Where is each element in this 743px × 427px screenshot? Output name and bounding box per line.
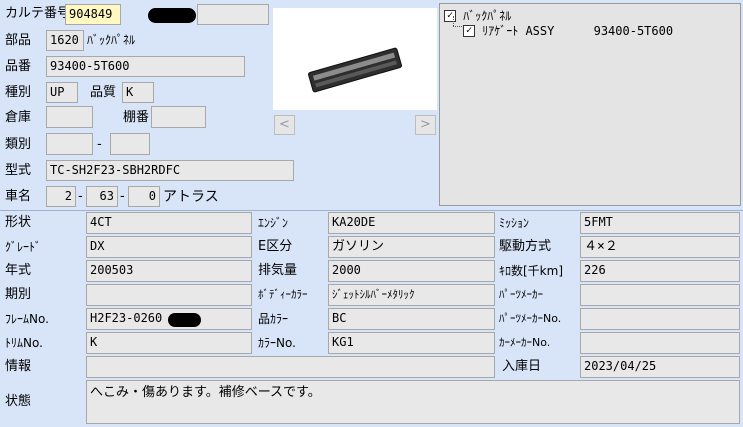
karte-label: カルテ番号	[5, 6, 71, 21]
parts-tree[interactable]: ✓ ﾊﾞｯｸﾊﾟﾈﾙ ✓ ﾘｱｹﾞｰﾄ ASSY 93400-5T600	[439, 3, 741, 206]
warehouse-label: 倉庫	[5, 110, 32, 125]
info-field[interactable]	[86, 356, 495, 378]
part-image	[273, 8, 437, 110]
car-label: 車名	[5, 189, 32, 204]
part-code-field[interactable]: 1620	[46, 30, 84, 51]
part-number-field[interactable]: 93400-5T600	[46, 56, 245, 77]
car-code-3[interactable]: 0	[128, 186, 160, 207]
body-color-label: ﾎﾞﾃﾞｨｰｶﾗｰ	[258, 288, 308, 301]
shape-field[interactable]: 4CT	[86, 212, 252, 234]
mileage-field[interactable]: 226	[580, 260, 740, 282]
shelf-field[interactable]	[151, 106, 206, 128]
parts-maker-no-label: ﾊﾟｰﾂﾒｰｶｰNo.	[499, 312, 562, 325]
part-number-label: 品番	[5, 59, 32, 74]
car-code-2[interactable]: 63	[86, 186, 118, 207]
year-label: 年式	[5, 263, 32, 278]
e-division-label: E区分	[258, 239, 293, 254]
drive-label: 駆動方式	[499, 239, 552, 254]
color-no-field[interactable]: KG1	[328, 332, 495, 354]
car-name: アトラス	[163, 189, 219, 205]
trim-label: ﾄﾘﾑNo.	[5, 336, 43, 350]
tree-root-label: ﾊﾞｯｸﾊﾟﾈﾙ	[463, 9, 512, 23]
category-field-1[interactable]	[46, 133, 93, 155]
period-label: 期別	[5, 287, 32, 302]
displacement-field[interactable]: 2000	[328, 260, 495, 282]
mileage-label: ｷﾛ数[千km]	[499, 264, 564, 278]
parts-maker-no-field[interactable]	[580, 308, 740, 330]
tree-connector	[453, 16, 454, 26]
part-color-field[interactable]: BC	[328, 308, 495, 330]
model-label: 型式	[5, 163, 32, 178]
grade-field[interactable]: DX	[86, 236, 252, 258]
mission-label: ﾐｯｼｮﾝ	[499, 216, 530, 230]
engine-field[interactable]: KA20DE	[328, 212, 495, 234]
checkbox-checked-icon[interactable]: ✓	[463, 24, 475, 37]
shelf-label: 棚番	[123, 110, 150, 125]
period-field[interactable]	[86, 284, 252, 306]
car-maker-no-field[interactable]	[580, 332, 740, 354]
frame-label: ﾌﾚｰﾑNo.	[5, 312, 49, 326]
type-label: 種別	[5, 85, 32, 100]
arrival-date-label: 入庫日	[502, 359, 542, 374]
engine-label: ｴﾝｼﾞﾝ	[258, 216, 289, 230]
type-field[interactable]: UP	[46, 82, 78, 103]
mission-field[interactable]: 5FMT	[580, 212, 740, 234]
karte-number-field[interactable]: 904849	[65, 4, 121, 25]
car-code-1[interactable]: 2	[46, 186, 76, 207]
tree-child-partno: 93400-5T600	[593, 23, 674, 38]
year-field[interactable]: 200503	[86, 260, 252, 282]
color-no-label: ｶﾗｰNo.	[258, 336, 296, 350]
category-separator: -	[97, 137, 102, 152]
drive-field[interactable]: ４×２	[580, 236, 740, 258]
status-textarea[interactable]: へこみ・傷あります。補修ベースです。	[86, 380, 740, 424]
divider	[0, 210, 743, 211]
category-label: 類別	[5, 137, 32, 152]
category-field-2[interactable]	[110, 133, 150, 155]
redacted-mark	[148, 8, 196, 23]
body-color-field[interactable]: ｼﾞｪｯﾄｼﾙﾊﾞｰﾒﾀﾘｯｸ	[328, 284, 495, 306]
tree-connector-h	[453, 26, 462, 27]
part-label: 部品	[5, 33, 32, 48]
status-label: 状態	[5, 394, 32, 409]
info-label: 情報	[5, 359, 32, 374]
next-image-button[interactable]: >	[415, 115, 436, 135]
checkbox-checked-icon[interactable]: ✓	[444, 9, 456, 22]
part-name: ﾊﾞｯｸﾊﾟﾈﾙ	[87, 33, 136, 47]
trim-field[interactable]: K	[86, 332, 252, 354]
tree-child-label: ﾘｱｹﾞｰﾄ ASSY	[482, 24, 555, 38]
grade-label: ｸﾞﾚｰﾄﾞ	[5, 240, 42, 254]
redacted-field[interactable]	[197, 4, 269, 25]
parts-maker-label: ﾊﾟｰﾂﾒｰｶｰ	[499, 288, 543, 301]
shape-label: 形状	[5, 215, 32, 230]
arrival-date-field[interactable]: 2023/04/25	[580, 356, 740, 378]
tree-child-item[interactable]: ✓ ﾘｱｹﾞｰﾄ ASSY 93400-5T600	[463, 22, 673, 38]
displacement-label: 排気量	[258, 263, 298, 278]
car-sep-2: -	[120, 189, 125, 204]
car-maker-no-label: ｶｰﾒｰｶｰNo.	[499, 336, 551, 349]
quality-field[interactable]: K	[122, 82, 154, 103]
tree-root-item[interactable]: ✓ ﾊﾞｯｸﾊﾟﾈﾙ	[444, 7, 512, 23]
car-sep-1: -	[78, 189, 83, 204]
quality-label: 品質	[90, 85, 117, 100]
redacted-mark	[168, 313, 201, 327]
model-field[interactable]: TC-SH2F23-SBH2RDFC	[46, 160, 294, 181]
e-division-field[interactable]: ガソリン	[328, 236, 495, 258]
warehouse-field[interactable]	[46, 106, 93, 128]
part-color-label: 品ｶﾗｰ	[258, 312, 289, 326]
prev-image-button[interactable]: <	[274, 115, 295, 135]
parts-maker-field[interactable]	[580, 284, 740, 306]
